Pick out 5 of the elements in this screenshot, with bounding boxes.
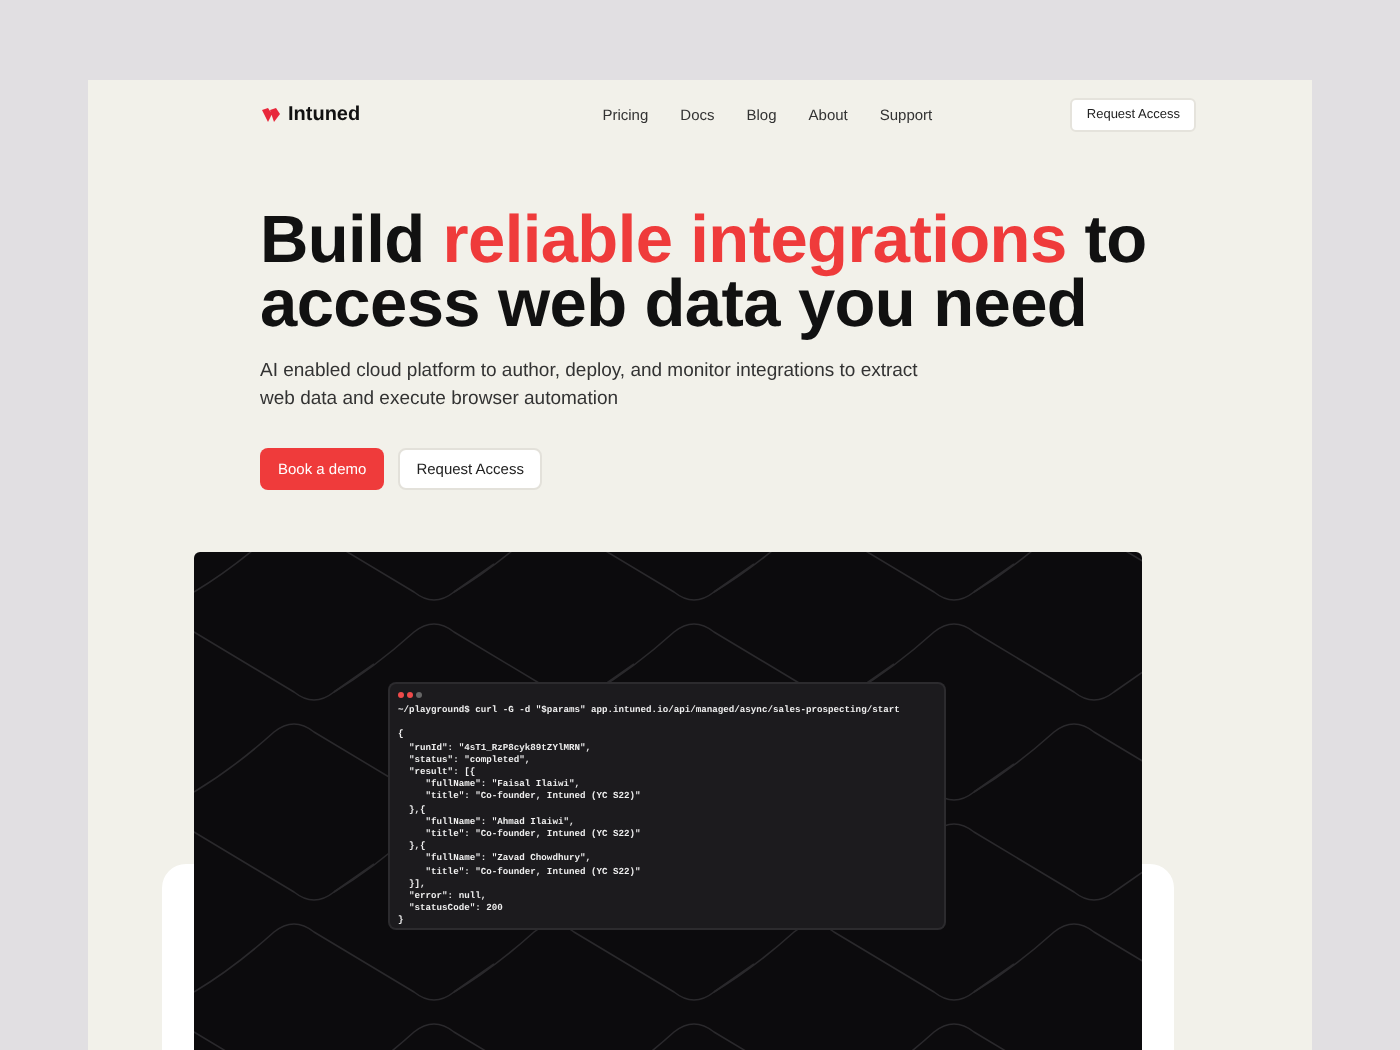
brand-name[interactable]: Intuned	[288, 103, 361, 125]
window-controls-icon	[398, 692, 424, 698]
hero-subtitle: AI enabled cloud platform to author, deploy, and monitor integrations to extract web data and execute browser automation	[260, 358, 920, 414]
hero-headline: Build reliable integrations to access web data you need	[260, 210, 1149, 338]
logo-icon	[260, 105, 282, 123]
